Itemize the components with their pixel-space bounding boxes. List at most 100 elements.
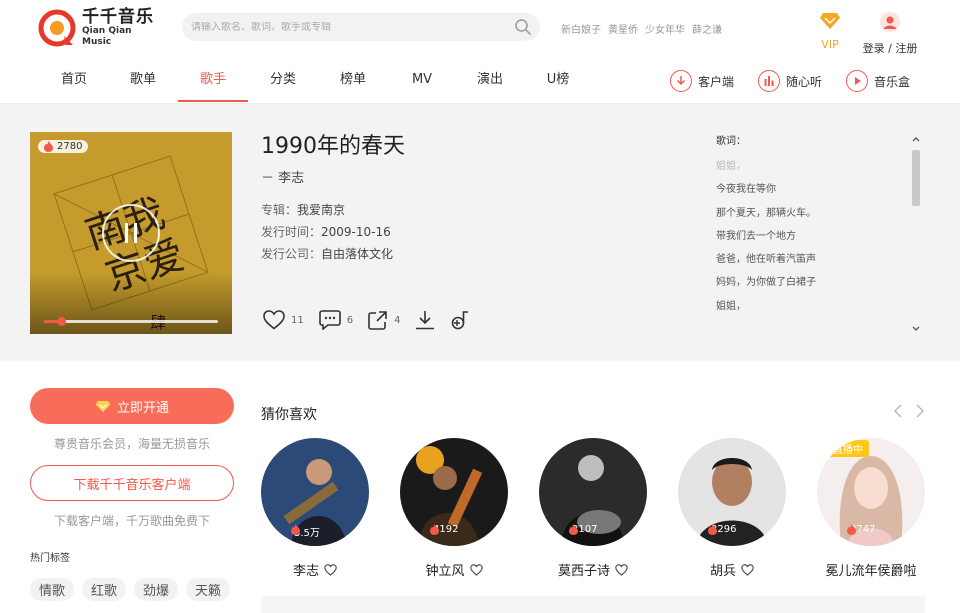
artist-card[interactable]: 4192 钟立风: [400, 438, 508, 579]
artist-name[interactable]: 李志: [293, 560, 319, 579]
lyrics-panel: 歌词： 姐姐， 今夜我在等你 那个夏天，那辆火车。 带我们去一个地方 爸爸，他在…: [716, 132, 922, 332]
login-register-link[interactable]: 登录 / 注册: [860, 40, 920, 56]
song-artist-link[interactable]: － 李志: [261, 167, 304, 186]
artist-heat: 3747: [847, 524, 875, 535]
heart-icon[interactable]: [615, 563, 628, 576]
flame-icon: [44, 141, 53, 152]
artist-avatar[interactable]: 3296: [678, 438, 786, 546]
download-client-button[interactable]: 下载千千音乐客户端: [30, 465, 234, 501]
artist-name[interactable]: 冕儿流年侯爵啦: [825, 560, 916, 579]
hotword-link[interactable]: 少女年华: [645, 21, 685, 36]
random-listen-link[interactable]: 随心听: [758, 70, 822, 92]
live-badge: 直播中: [827, 440, 869, 457]
carousel-arrows: [893, 404, 925, 418]
like-count: 11: [291, 314, 304, 326]
artist-name[interactable]: 钟立风: [425, 560, 464, 579]
equalizer-icon: [758, 70, 781, 92]
artist-card[interactable]: 直播中 3747 冕儿流年侯爵啦: [817, 438, 925, 579]
vip-note: 尊贵音乐会员，海量无损音乐: [53, 437, 210, 451]
artist-name[interactable]: 莫西子诗: [558, 560, 610, 579]
tag-chip[interactable]: 情歌: [30, 578, 75, 601]
scrollbar-thumb[interactable]: [912, 150, 920, 206]
logo[interactable]: 千千音乐 Qian Qian Music: [38, 8, 158, 48]
scroll-up-icon[interactable]: [910, 134, 922, 144]
lyric-line: 今夜我在等你: [716, 184, 776, 196]
song-actions: 11 6 4: [263, 310, 489, 330]
flame-icon: [430, 524, 439, 535]
artist-avatar[interactable]: 4192: [400, 438, 508, 546]
artist-heat: 2107: [569, 524, 597, 535]
heart-icon[interactable]: [469, 563, 483, 576]
music-box-link[interactable]: 音乐盒: [846, 70, 910, 92]
play-count-badge: 2780: [38, 140, 89, 153]
comment-count: 6: [346, 314, 354, 326]
lyric-line: 姐姐，: [716, 161, 746, 172]
artist-card[interactable]: 2107 莫西子诗: [539, 438, 647, 579]
nav-item-playlists[interactable]: 歌单: [108, 62, 178, 102]
company-label: 发行公司：: [261, 247, 322, 261]
hotword-link[interactable]: 薛之谦: [692, 21, 722, 36]
hotword-link[interactable]: 新白娘子: [561, 21, 601, 36]
lyric-line: 带我们去一个地方: [716, 230, 796, 242]
artist-card[interactable]: 3296 胡兵: [678, 438, 786, 579]
hotword-link[interactable]: 黄星侨: [608, 21, 638, 36]
flame-icon: [291, 524, 300, 535]
song-title: 1990年的春天: [261, 134, 405, 159]
album-row: 专辑：我爱南京: [261, 199, 393, 221]
artist-heat: 3.5万: [291, 524, 320, 539]
artist-avatar[interactable]: 2107: [539, 438, 647, 546]
content-strip: [261, 596, 925, 613]
chevron-left-icon[interactable]: [893, 404, 903, 418]
album-label: 专辑：: [261, 203, 298, 217]
song-detail-panel: 南我 京爱 肆 2780 1990年的春天 － 李志 专辑：我爱南京 发行时间: [0, 104, 960, 361]
artist-name-row: 钟立风: [400, 560, 508, 579]
lyric-line: 妈妈，为你做了白裙子: [716, 277, 816, 289]
tag-chip[interactable]: 劲爆: [134, 578, 179, 601]
pause-icon: [125, 223, 137, 243]
client-download-link[interactable]: 客户端: [670, 70, 734, 92]
album-cover[interactable]: 南我 京爱 肆 2780: [30, 132, 232, 334]
like-button[interactable]: 11: [263, 310, 304, 330]
nav-item-home[interactable]: 首页: [40, 62, 108, 102]
artist-name-row: 莫西子诗: [539, 560, 647, 579]
client-label: 客户端: [698, 74, 735, 89]
flame-icon: [708, 524, 717, 535]
vip-entry[interactable]: VIP: [816, 12, 844, 51]
artist-name[interactable]: 胡兵: [710, 560, 736, 579]
tag-chip[interactable]: 天籁: [186, 578, 231, 601]
flame-icon: [569, 524, 578, 535]
search-icon[interactable]: [514, 18, 532, 36]
comment-button[interactable]: 6: [318, 310, 354, 330]
add-to-playlist-button[interactable]: [450, 310, 474, 330]
nav-item-u-chart[interactable]: U榜: [524, 62, 592, 102]
search-input[interactable]: [182, 21, 502, 33]
artist-avatar[interactable]: 3.5万: [261, 438, 369, 546]
top-header: 千千音乐 Qian Qian Music 新白娘子 黄星侨 少女年华 薛之谦 V…: [0, 0, 960, 104]
progress-bar[interactable]: [44, 317, 218, 326]
user-avatar-icon: [880, 12, 900, 32]
nav-item-artists[interactable]: 歌手: [178, 62, 248, 102]
download-note: 下载客户端，千万歌曲免费下: [53, 514, 210, 528]
login-entry[interactable]: 登录 / 注册: [860, 12, 920, 56]
company-row: 发行公司：自由落体文化: [261, 243, 393, 265]
recommend-section: 猜你喜欢 3.5万 李志 4192 钟立风 2107 莫西子诗 3296 胡兵 …: [261, 404, 925, 579]
add-music-icon: [452, 311, 469, 330]
nav-item-mv[interactable]: MV: [388, 62, 456, 102]
lyrics-scrollbar[interactable]: [910, 132, 922, 334]
artist-card[interactable]: 3.5万 李志: [261, 438, 369, 579]
nav-item-shows[interactable]: 演出: [456, 62, 524, 102]
heart-icon[interactable]: [324, 563, 337, 576]
artist-avatar[interactable]: 直播中 3747: [817, 438, 925, 546]
nav-item-categories[interactable]: 分类: [248, 62, 318, 102]
download-button[interactable]: [415, 310, 435, 330]
main-nav: 首页 歌单 歌手 分类 榜单 MV 演出 U榜: [40, 62, 592, 102]
scroll-down-icon[interactable]: [910, 324, 922, 334]
heart-icon[interactable]: [741, 563, 754, 576]
pause-button[interactable]: [102, 204, 160, 262]
open-vip-button[interactable]: 立即开通: [30, 388, 234, 424]
album-link[interactable]: 我爱南京: [297, 203, 345, 217]
tag-chip[interactable]: 红歌: [82, 578, 127, 601]
share-button[interactable]: 4: [368, 310, 400, 330]
chevron-right-icon[interactable]: [915, 404, 925, 418]
nav-item-charts[interactable]: 榜单: [318, 62, 388, 102]
